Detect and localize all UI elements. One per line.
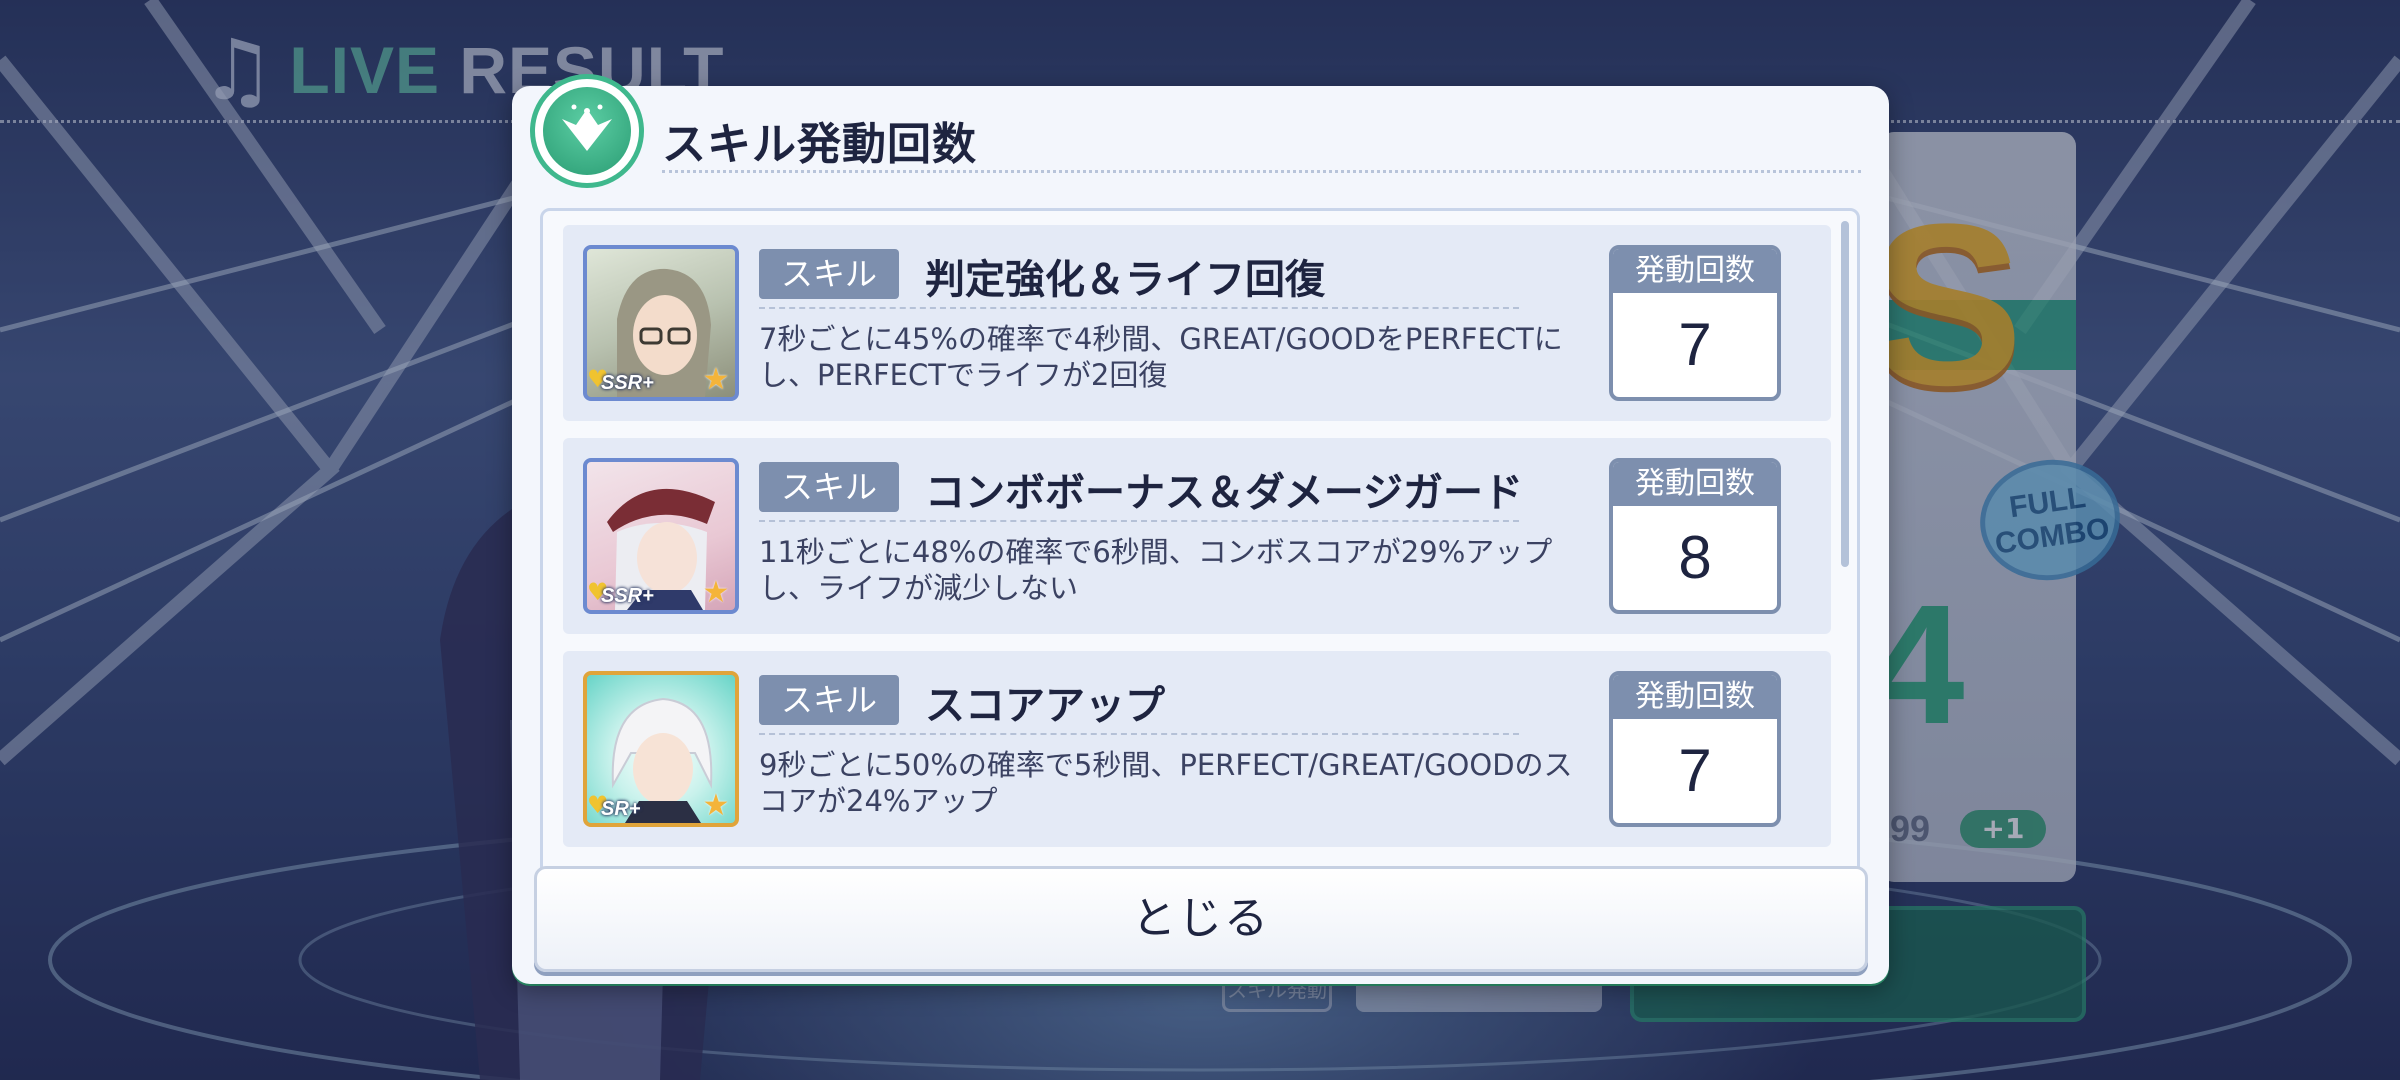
card-thumbnail: ♥ SSR+ ★ — [583, 245, 739, 401]
skill-list-item: ♥ SSR+ ★ スキル コンボボーナス＆ダメージガード 11秒ごとに48%の確… — [563, 438, 1831, 634]
skill-divider — [759, 520, 1519, 522]
activation-count-label: 発動回数 — [1613, 462, 1777, 506]
activation-count-value: 7 — [1678, 737, 1712, 804]
activation-count-label: 発動回数 — [1613, 249, 1777, 293]
rarity-label: SSR+ — [601, 585, 654, 607]
card-thumbnail: ♥ SSR+ ★ — [583, 458, 739, 614]
skill-divider — [759, 733, 1519, 735]
skill-activation-dialog: スキル発動回数 ♥ SSR+ ★ スキル 判定強化＆ライフ回復 7秒ごとに45%… — [512, 74, 1889, 984]
activation-count-box: 発動回数 8 — [1609, 458, 1781, 614]
rarity-label: SSR+ — [601, 372, 654, 394]
star-rank-icon: ★ — [702, 788, 730, 823]
star-rank-icon: ★ — [702, 575, 730, 610]
skill-list-item: ♥ SSR+ ★ スキル 判定強化＆ライフ回復 7秒ごとに45%の確率で4秒間、… — [563, 225, 1831, 421]
skill-list-item: ♥ SR+ ★ スキル スコアアップ 9秒ごとに50%の確率で5秒間、PERFE… — [563, 651, 1831, 847]
skill-name: コンボボーナス＆ダメージガード — [925, 470, 1523, 516]
activation-count-value: 8 — [1678, 524, 1712, 591]
activation-count-label: 発動回数 — [1613, 675, 1777, 719]
skill-description: 9秒ごとに50%の確率で5秒間、PERFECT/GREAT/GOODのスコアが2… — [759, 748, 1573, 818]
skill-tag: スキル — [759, 462, 899, 512]
close-button[interactable]: とじる — [534, 866, 1868, 972]
skill-description: 7秒ごとに45%の確率で4秒間、GREAT/GOODをPERFECTにし、PER… — [759, 322, 1563, 392]
star-rank-icon: ★ — [702, 362, 730, 397]
skill-tag: スキル — [759, 675, 899, 725]
skill-divider — [759, 307, 1519, 309]
skill-list[interactable]: ♥ SSR+ ★ スキル 判定強化＆ライフ回復 7秒ごとに45%の確率で4秒間、… — [540, 208, 1860, 924]
skill-description: 11秒ごとに48%の確率で6秒間、コンボスコアが29%アップし、ライフが減少しな… — [759, 535, 1553, 605]
activation-count-box: 発動回数 7 — [1609, 671, 1781, 827]
skill-tag: スキル — [759, 249, 899, 299]
skill-name: 判定強化＆ライフ回復 — [925, 257, 1325, 303]
activation-count-value: 7 — [1678, 311, 1712, 378]
card-thumbnail: ♥ SR+ ★ — [583, 671, 739, 827]
skill-name: スコアアップ — [925, 683, 1165, 729]
rarity-label: SR+ — [601, 798, 641, 820]
activation-count-box: 発動回数 7 — [1609, 245, 1781, 401]
dialog-title: スキル発動回数 — [662, 119, 977, 170]
dialog-header: スキル発動回数 — [512, 74, 1889, 188]
list-scrollbar[interactable] — [1841, 221, 1849, 567]
header-dotted-divider — [662, 170, 1861, 173]
wing-emblem-icon — [530, 74, 644, 188]
